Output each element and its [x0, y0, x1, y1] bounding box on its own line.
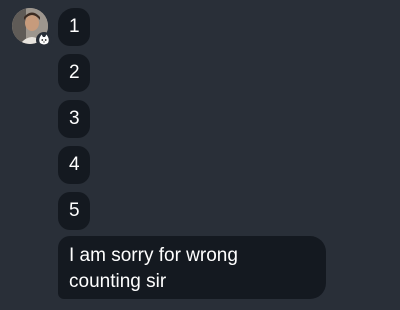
message-bubble[interactable]: 1: [58, 8, 90, 46]
message-bubble[interactable]: I am sorry for wrong counting sir: [58, 236, 326, 299]
message-bubble[interactable]: 4: [58, 146, 90, 184]
message-text: 1: [69, 16, 80, 37]
message-text: I am sorry for wrong counting sir: [69, 245, 238, 292]
message-bubble[interactable]: 3: [58, 100, 90, 138]
message-text: 3: [69, 108, 80, 129]
message-bubble[interactable]: 2: [58, 54, 90, 92]
cat-sticker-icon: [36, 32, 52, 48]
message-bubble[interactable]: 5: [58, 192, 90, 230]
chat-area: 1 2 3 4 5 I am sorry for wrong counting …: [0, 0, 400, 310]
message-text: 4: [69, 154, 80, 175]
message-text: 2: [69, 62, 80, 83]
message-text: 5: [69, 200, 80, 221]
avatar[interactable]: [12, 8, 52, 48]
